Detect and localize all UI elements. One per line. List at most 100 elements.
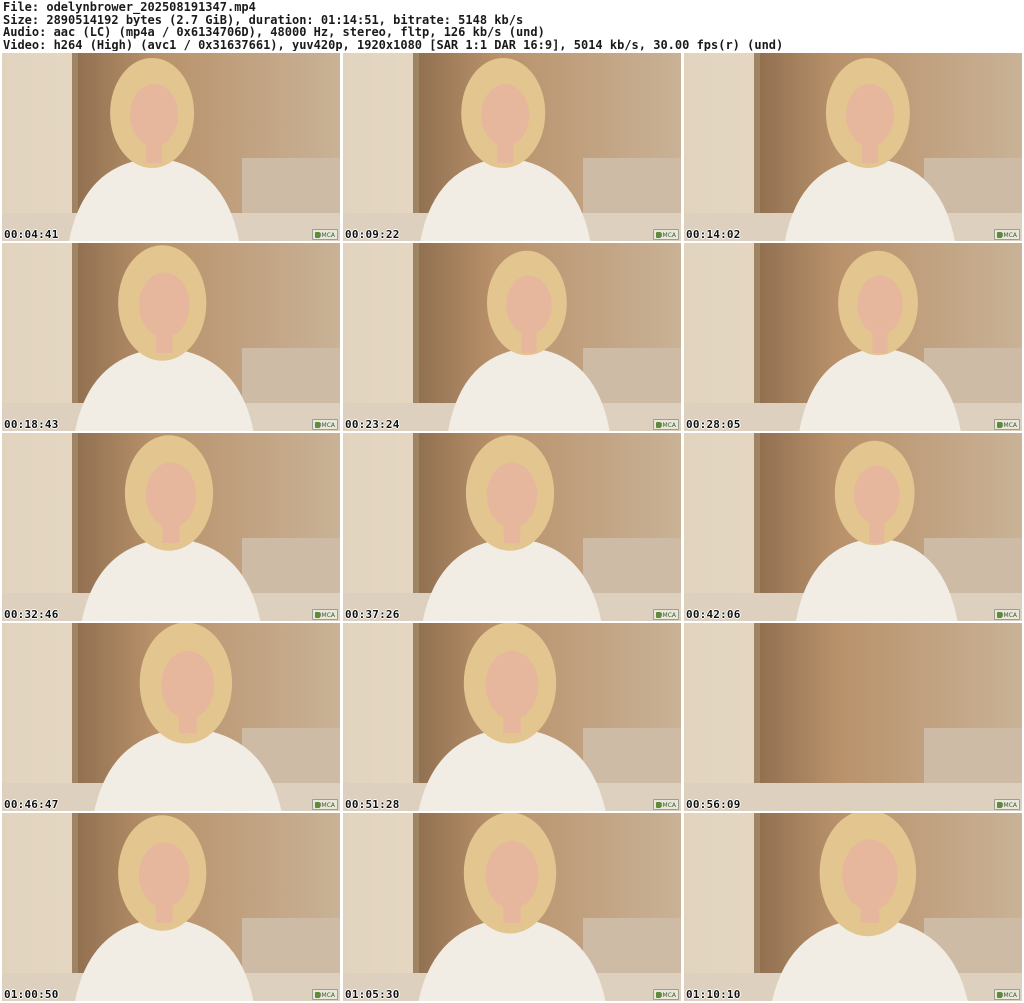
face [842,839,898,911]
thumbnail-frame[interactable]: 00:56:09 DMCA [684,623,1022,811]
curtain-edge [72,243,78,431]
thumbnail-grid: 00:04:41 DMCA 00:09:22 DMCA 00:14:02 DMC… [2,53,1022,1003]
headboard [242,348,340,408]
thumbnail-frame[interactable]: 00:42:06 DMCA [684,433,1022,621]
headboard [583,918,681,978]
frame-timestamp: 00:23:24 [345,418,400,431]
neck [503,711,521,733]
neck [860,901,880,923]
video-frame-image [2,813,340,1001]
frame-timestamp: 00:28:05 [686,418,741,431]
curtain [343,53,413,241]
frame-timestamp: 01:05:30 [345,988,400,1001]
lock-icon [315,612,320,618]
face [130,84,179,146]
lock-icon [656,232,661,238]
face [506,275,552,335]
lock-icon [656,802,661,808]
lock-icon [315,992,320,998]
file-info-header: File: odelynbrower_202508191347.mp4 Size… [3,1,1021,51]
thumbnail-frame[interactable]: 00:28:05 DMCA [684,243,1022,431]
lock-icon [997,612,1002,618]
curtain-edge [754,243,760,431]
face [853,465,900,525]
face [145,462,197,528]
curtain-edge [754,813,760,1001]
thumbnail-frame[interactable]: 00:32:46 DMCA [2,433,340,621]
face [845,84,894,146]
thumbnail-frame[interactable]: 00:37:26 DMCA [343,433,681,621]
frame-timestamp: 00:32:46 [4,608,59,621]
curtain [343,243,413,431]
neck [503,901,521,923]
lock-icon [656,612,661,618]
thumbnail-frame[interactable]: 00:18:43 DMCA [2,243,340,431]
video-frame-image [684,433,1022,621]
lock-icon [997,232,1002,238]
frame-timestamp: 00:04:41 [4,228,59,241]
thumbnail-frame[interactable]: 00:04:41 DMCA [2,53,340,241]
curtain-edge [72,623,78,811]
thumbnail-frame[interactable]: 01:00:50 DMCA [2,813,340,1001]
frame-timestamp: 00:56:09 [686,798,741,811]
dmca-badge: DMCA [994,419,1020,430]
curtain [2,433,72,621]
video-frame-image [343,53,681,241]
video-frame-image [343,433,681,621]
curtain-edge [413,243,419,431]
thumbnail-frame[interactable]: 01:10:10 DMCA [684,813,1022,1001]
thumbnail-frame[interactable]: 01:05:30 DMCA [343,813,681,1001]
curtain-edge [72,433,78,621]
lock-icon [315,802,320,808]
thumbnail-frame[interactable]: 00:23:24 DMCA [343,243,681,431]
neck [872,331,888,353]
face [485,650,539,720]
curtain [343,623,413,811]
thumbnail-frame[interactable]: 00:14:02 DMCA [684,53,1022,241]
face [857,275,903,335]
dmca-badge: DMCA [312,229,338,240]
curtain [343,433,413,621]
neck [146,141,163,163]
frame-timestamp: 00:51:28 [345,798,400,811]
thumbnail-frame[interactable]: 00:51:28 DMCA [343,623,681,811]
dmca-badge: DMCA [994,989,1020,1000]
curtain [343,813,413,1001]
video-frame-image [684,53,1022,241]
curtain-edge [413,623,419,811]
curtain [684,623,754,811]
file-name: File: odelynbrower_202508191347.mp4 [3,1,256,14]
dmca-badge: DMCA [312,799,338,810]
video-frame-image [2,433,340,621]
lock-icon [997,802,1002,808]
thumbnail-frame[interactable]: 00:09:22 DMCA [343,53,681,241]
lock-icon [997,992,1002,998]
neck [155,901,173,923]
headboard [242,158,340,218]
dmca-badge: DMCA [312,989,338,1000]
video-frame-image [684,243,1022,431]
curtain [2,813,72,1001]
curtain-edge [72,53,78,241]
file-size: Size: 2890514192 bytes (2.7 GiB), durati… [3,13,524,26]
dmca-badge: DMCA [653,989,679,1000]
audio-info: Audio: aac (LC) (mp4a / 0x6134706D), 480… [3,26,545,39]
curtain [2,53,72,241]
frame-timestamp: 00:42:06 [686,608,741,621]
frame-timestamp: 01:00:50 [4,988,59,1001]
face [481,84,530,146]
frame-timestamp: 00:09:22 [345,228,400,241]
curtain-edge [72,813,78,1001]
neck [162,521,180,543]
frame-timestamp: 00:37:26 [345,608,400,621]
curtain-edge [754,53,760,241]
video-frame-image [343,243,681,431]
lock-icon [315,232,320,238]
neck [869,521,885,543]
dmca-badge: DMCA [653,609,679,620]
thumbnail-frame[interactable]: 00:46:47 DMCA [2,623,340,811]
curtain [684,243,754,431]
face [161,650,215,720]
frame-timestamp: 00:18:43 [4,418,59,431]
video-info: Video: h264 (High) (avc1 / 0x31637661), … [3,38,784,51]
